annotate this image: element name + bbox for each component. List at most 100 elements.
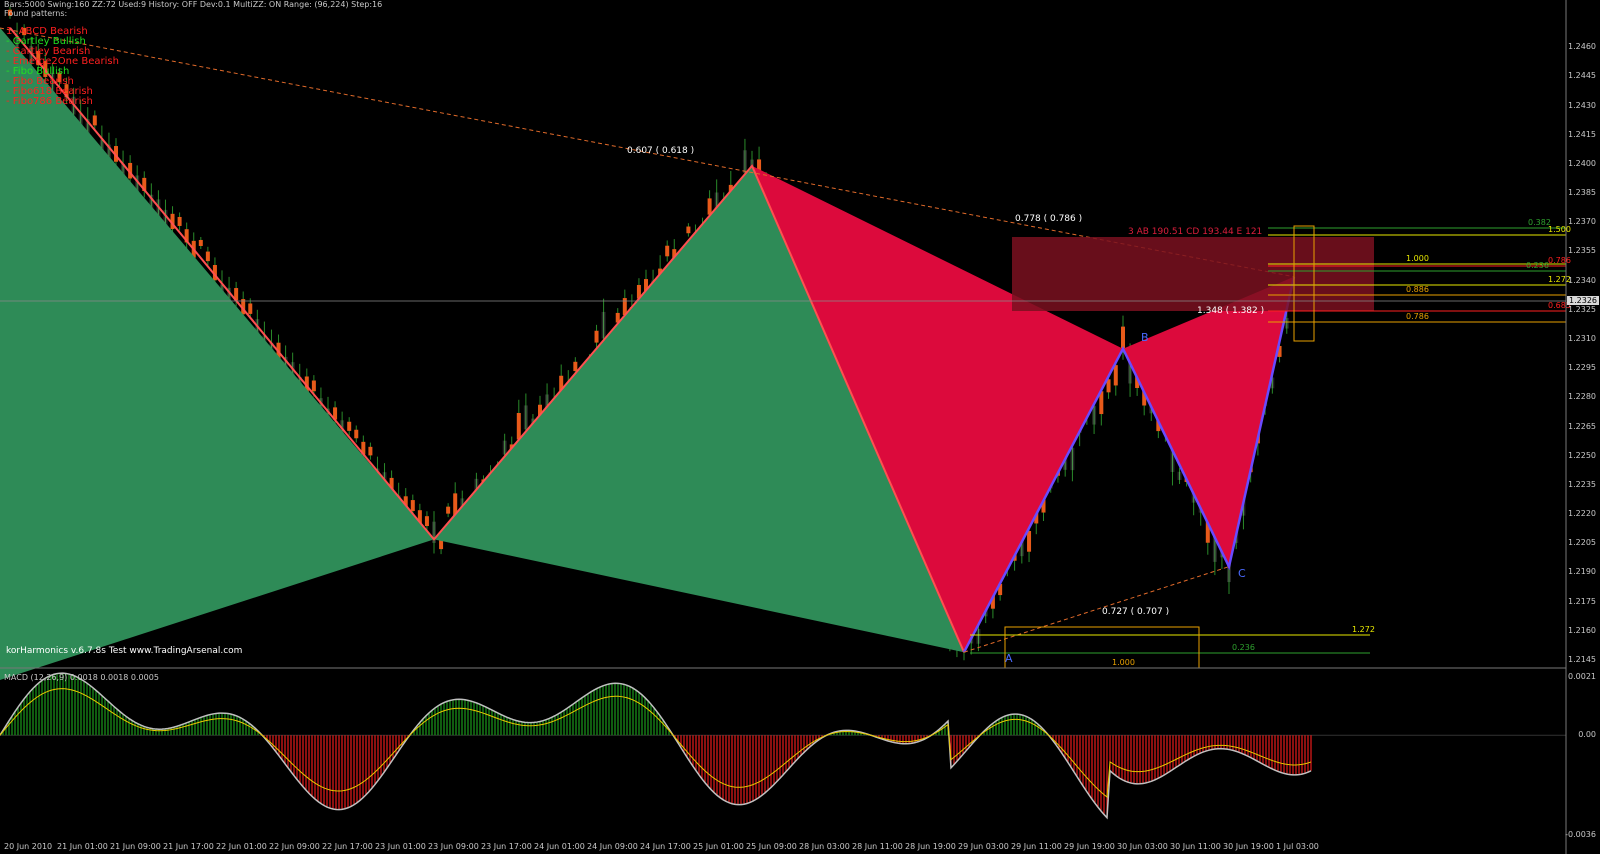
time-tick-label: 29 Jun 11:00 xyxy=(1011,842,1062,851)
time-tick-label: 28 Jun 11:00 xyxy=(852,842,903,851)
time-tick-label: 25 Jun 01:00 xyxy=(693,842,744,851)
price-chart[interactable] xyxy=(0,0,1600,854)
price-tick-label: 1.2325 xyxy=(1568,304,1596,314)
candle-body xyxy=(410,500,415,512)
fib-level-label: 1.000 xyxy=(1112,658,1135,667)
candle-body xyxy=(248,303,253,314)
macd-line xyxy=(0,672,1312,820)
candle-body xyxy=(686,226,691,234)
candle-body xyxy=(523,405,528,430)
price-tick-label: 1.2265 xyxy=(1568,421,1596,431)
price-tick-label: 1.2355 xyxy=(1568,246,1596,256)
price-tick-label: 1.2340 xyxy=(1568,275,1596,285)
time-tick-label: 30 Jun 19:00 xyxy=(1223,842,1274,851)
bull-pattern-area xyxy=(0,27,434,680)
candle-body xyxy=(976,629,981,644)
ratio-label-mid: 1.348 ( 1.382 ) xyxy=(1197,306,1265,316)
candle-body xyxy=(594,330,599,343)
time-tick-label: 20 Jun 2010 xyxy=(4,842,53,851)
price-tick-label: 1.2175 xyxy=(1568,596,1596,606)
candle-body xyxy=(1070,447,1075,471)
footer-credit: korHarmonics v.6.7.8s Test www.TradingAr… xyxy=(6,646,243,656)
price-tick-label: 1.2190 xyxy=(1568,567,1596,577)
price-tick-label: 1.2415 xyxy=(1568,129,1596,139)
price-tick-label: 1.2385 xyxy=(1568,188,1596,198)
found-patterns-label: Found patterns: xyxy=(4,9,68,18)
price-tick-label: 1.2145 xyxy=(1568,655,1596,664)
time-tick-label: 22 Jun 17:00 xyxy=(322,842,373,851)
time-tick-label: 28 Jun 03:00 xyxy=(799,842,850,851)
price-tick-label: 1.2250 xyxy=(1568,450,1596,460)
macd-tick-label: 0.00 xyxy=(1578,730,1596,740)
fib-level-label: 1.000 xyxy=(1406,254,1429,263)
price-tick-label: 1.2220 xyxy=(1568,509,1596,519)
prz-box xyxy=(1012,237,1374,311)
candle-body xyxy=(707,198,712,215)
time-tick-label: 21 Jun 09:00 xyxy=(110,842,161,851)
trend-line-dashed xyxy=(963,566,1230,653)
macd-tick-label: -0.0036 xyxy=(1565,830,1596,839)
fib-level-label: 0.886 xyxy=(1406,285,1429,294)
time-tick-label: 23 Jun 09:00 xyxy=(428,842,479,851)
point-c-label: C xyxy=(1238,567,1246,580)
candle-body xyxy=(1027,530,1032,552)
price-tick-label: 1.2280 xyxy=(1568,392,1596,402)
candle-body xyxy=(1121,326,1125,349)
time-tick-label: 21 Jun 17:00 xyxy=(163,842,214,851)
macd-signal-line xyxy=(0,688,1312,799)
time-tick-label: 29 Jun 03:00 xyxy=(958,842,1009,851)
time-tick-label: 28 Jun 19:00 xyxy=(905,842,956,851)
harmonic-patterns xyxy=(0,27,1374,680)
ratio-label-low: 0.727 ( 0.707 ) xyxy=(1102,607,1170,617)
candle-body xyxy=(446,506,451,514)
price-tick-label: 1.2160 xyxy=(1568,625,1596,635)
point-a-label: A xyxy=(1005,652,1013,665)
price-tick-label: 1.2370 xyxy=(1568,217,1596,227)
candle-body xyxy=(347,421,352,431)
time-tick-label: 1 Jul 03:00 xyxy=(1276,842,1319,851)
candle-body xyxy=(354,429,359,439)
fib-level-label: 1.272 xyxy=(1352,625,1375,634)
candle-body xyxy=(368,446,373,456)
fib-level-label: 0.236 xyxy=(1232,643,1255,652)
time-tick-label: 24 Jun 09:00 xyxy=(587,842,638,851)
time-tick-label: 24 Jun 17:00 xyxy=(640,842,691,851)
time-tick-label: 22 Jun 09:00 xyxy=(269,842,320,851)
point-b-label: B xyxy=(1141,331,1149,344)
fib-level-label: 0.786 xyxy=(1406,312,1429,321)
time-tick-label: 29 Jun 19:00 xyxy=(1064,842,1115,851)
fib-level-label: 0.786 xyxy=(1548,256,1571,265)
candle-body xyxy=(92,115,97,126)
time-tick-label: 23 Jun 01:00 xyxy=(375,842,426,851)
candle-body xyxy=(573,361,578,372)
ratio-label-top: 0.607 ( 0.618 ) xyxy=(627,146,695,156)
candle-body xyxy=(424,516,429,527)
candle-body xyxy=(205,251,210,262)
time-tick-label: 22 Jun 01:00 xyxy=(216,842,267,851)
time-tick-label: 30 Jun 03:00 xyxy=(1117,842,1168,851)
time-tick-label: 24 Jun 01:00 xyxy=(534,842,585,851)
candle-body xyxy=(1113,365,1118,386)
candle-body xyxy=(502,440,507,455)
macd-label: MACD (12,26,9) 0.0018 0.0018 0.0005 xyxy=(4,673,159,682)
price-tick-label: 1.2235 xyxy=(1568,479,1596,489)
candle-body xyxy=(742,150,747,174)
candle-body xyxy=(665,245,670,257)
candle-body xyxy=(198,239,203,246)
price-tick-label: 1.2460 xyxy=(1568,42,1596,52)
macd-histogram xyxy=(0,672,1566,820)
current-price-tag: 1.2326 xyxy=(1567,296,1599,305)
time-tick-label: 30 Jun 11:00 xyxy=(1170,842,1221,851)
candle-body xyxy=(1177,471,1182,480)
time-tick-label: 23 Jun 17:00 xyxy=(481,842,532,851)
price-tick-label: 1.2295 xyxy=(1568,363,1596,373)
fib-box xyxy=(1004,626,1200,669)
price-tick-label: 1.2445 xyxy=(1568,71,1596,81)
price-tick-label: 1.2205 xyxy=(1568,538,1596,548)
fib-level-label: 0.236 xyxy=(1526,261,1549,270)
price-tick-label: 1.2400 xyxy=(1568,158,1596,168)
candle-body xyxy=(311,380,316,392)
time-tick-label: 21 Jun 01:00 xyxy=(57,842,108,851)
pattern-item: - Fibo786 Bearish xyxy=(6,96,93,107)
ratio-label-right: 0.778 ( 0.786 ) xyxy=(1015,214,1083,224)
